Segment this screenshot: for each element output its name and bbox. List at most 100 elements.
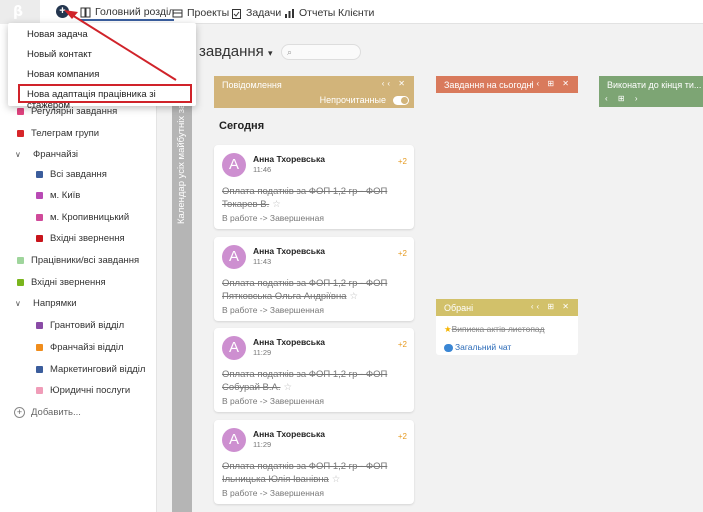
column-title: Обрані bbox=[444, 302, 474, 313]
card-status: В работе -> Завершенная bbox=[222, 488, 324, 498]
chevron-down-icon[interactable]: ∨ bbox=[15, 299, 25, 308]
nav-label: Головний розділ bbox=[95, 6, 175, 18]
sidebar-item-grant[interactable]: Грантовий відділ bbox=[36, 316, 124, 334]
card-status: В работе -> Завершенная bbox=[222, 213, 324, 223]
card-author: Анна Тхоревська bbox=[253, 337, 325, 347]
column-controls-icon[interactable]: ‹‹ ⊞ ✕ bbox=[531, 302, 572, 311]
column-controls-icon[interactable]: ‹ ⊞ › bbox=[605, 94, 641, 103]
nav-clients[interactable]: Клієнти bbox=[338, 5, 374, 21]
favorite-item[interactable]: ★Виписка актів листопад bbox=[444, 324, 545, 335]
card-author: Анна Тхоревська bbox=[253, 246, 325, 256]
search-icon: ⌕ bbox=[287, 47, 293, 57]
unread-toggle[interactable] bbox=[393, 96, 409, 105]
box-icon bbox=[172, 9, 183, 17]
card-title[interactable]: Оплата податків за ФОП 1,2 гр - ФОП Ільн… bbox=[222, 460, 397, 486]
sidebar-item-label: Юридичні послуги bbox=[50, 384, 131, 396]
nav-label: Задачи bbox=[246, 7, 282, 19]
column-header-today[interactable]: Завдання на сьогодні ‹‹ ⊞ ✕ bbox=[436, 76, 578, 93]
sidebar-item-telegram-groups[interactable]: Телеграм групи bbox=[17, 124, 99, 142]
logo-box[interactable]: β bbox=[0, 0, 40, 24]
menu-item-new-company[interactable]: Новая компания bbox=[27, 69, 99, 80]
color-square-icon bbox=[36, 365, 43, 373]
menu-item-new-contact[interactable]: Новый контакт bbox=[27, 49, 92, 60]
sidebar-item-label: Франчайзі bbox=[33, 148, 79, 160]
sidebar-item-all-tasks[interactable]: Всі завдання bbox=[36, 165, 107, 183]
color-square-icon bbox=[36, 191, 43, 199]
sidebar-item-label: Телеграм групи bbox=[31, 127, 100, 139]
avatar: А bbox=[222, 245, 246, 269]
caret-down-icon: ▾ bbox=[267, 48, 273, 58]
logo: β bbox=[13, 4, 24, 20]
menu-item-new-adaptation[interactable]: Нова адаптація працівника зі стажером bbox=[27, 89, 196, 111]
card-time: 11:43 bbox=[253, 257, 272, 266]
sidebar-item-employees[interactable]: Працівники/всі завдання bbox=[17, 251, 139, 269]
nav-reports[interactable]: Отчеты bbox=[284, 5, 335, 21]
sidebar-item-label: Всі завдання bbox=[50, 168, 107, 180]
nav-tasks[interactable]: Задачи bbox=[231, 5, 281, 21]
menu-item-new-task[interactable]: Новая задача bbox=[27, 29, 88, 40]
avatar: А bbox=[222, 153, 246, 177]
column-title: Виконати до кінця ти... bbox=[607, 79, 702, 90]
column-header-deadline[interactable]: Виконати до кінця ти... bbox=[599, 76, 703, 93]
nav-label: Проекты bbox=[187, 7, 230, 19]
sidebar-item-marketing[interactable]: Маркетинговий відділ bbox=[36, 360, 145, 378]
avatar: А bbox=[222, 428, 246, 452]
search-input[interactable]: ⌕ bbox=[281, 44, 361, 60]
nav-main-section[interactable]: Головний розділ bbox=[80, 5, 175, 21]
card-time: 11:46 bbox=[253, 165, 272, 174]
nav-projects[interactable]: Проекты bbox=[172, 5, 229, 21]
today-label: Сегодня bbox=[219, 120, 265, 132]
card-badge: +2 bbox=[397, 249, 407, 258]
column-header-notifications[interactable]: Повідомлення ‹‹ ✕ bbox=[214, 76, 414, 93]
chevron-down-icon[interactable]: ∨ bbox=[15, 150, 25, 159]
sidebar-item-franchise[interactable]: ∨ Франчайзі bbox=[15, 145, 78, 163]
sidebar-item-incoming[interactable]: Вхідні звернення bbox=[17, 273, 106, 291]
unread-filter-bar: Непрочитанные bbox=[214, 93, 414, 108]
create-menu: Новая задача Новый контакт Новая компани… bbox=[8, 23, 196, 111]
color-square-icon bbox=[36, 321, 43, 329]
star-icon[interactable]: ☆ bbox=[283, 381, 292, 394]
color-square-icon bbox=[17, 256, 24, 264]
sidebar-item-directions[interactable]: ∨ Напрямки bbox=[15, 294, 77, 312]
column-controls-icon[interactable]: ‹‹ ⊞ ✕ bbox=[531, 79, 572, 88]
task-card[interactable]: А Анна Тхоревська 11:29 +2 Оплата податк… bbox=[214, 420, 414, 504]
clipboard-check-icon bbox=[232, 8, 241, 19]
page-title-text: завдання bbox=[199, 43, 264, 60]
sidebar-item-label: Грантовий відділ bbox=[50, 319, 125, 331]
task-card[interactable]: А Анна Тхоревська 11:43 +2 Оплата податк… bbox=[214, 237, 414, 321]
column-header-favorites[interactable]: Обрані ‹‹ ⊞ ✕ bbox=[436, 299, 578, 316]
plus-icon[interactable]: + bbox=[56, 5, 69, 18]
sidebar-item-kyiv[interactable]: м. Київ bbox=[36, 186, 80, 204]
sidebar-item-kropyvnytskyi[interactable]: м. Кропивницький bbox=[36, 208, 129, 226]
sidebar-item-legal[interactable]: Юридичні послуги bbox=[36, 381, 130, 399]
color-square-icon bbox=[17, 107, 24, 115]
bar-chart-icon bbox=[285, 8, 294, 18]
star-icon[interactable]: ☆ bbox=[332, 473, 341, 486]
page-title[interactable]: завдання ▾ bbox=[199, 43, 273, 60]
columns-icon bbox=[80, 7, 91, 17]
column-title: Повідомлення bbox=[222, 79, 282, 90]
column-controls-icon[interactable]: ‹‹ ✕ bbox=[382, 79, 408, 88]
nav-label: Отчеты bbox=[299, 7, 336, 19]
task-card[interactable]: А Анна Тхоревська 11:29 +2 Оплата податк… bbox=[214, 328, 414, 412]
card-title-text: Оплата податків за ФОП 1,2 гр - ФОП Тока… bbox=[222, 186, 388, 210]
card-title[interactable]: Оплата податків за ФОП 1,2 гр - ФОП Собу… bbox=[222, 368, 397, 394]
color-square-icon bbox=[36, 343, 43, 351]
favorite-item[interactable]: Загальний чат bbox=[444, 342, 511, 352]
card-title[interactable]: Оплата податків за ФОП 1,2 гр - ФОП Тока… bbox=[222, 185, 397, 211]
star-icon[interactable]: ☆ bbox=[272, 198, 281, 211]
card-time: 11:29 bbox=[253, 440, 272, 449]
calendar-strip[interactable]: Календар усіх майбутніх завдань bbox=[172, 74, 192, 512]
color-square-icon bbox=[36, 170, 43, 178]
star-icon[interactable]: ☆ bbox=[350, 290, 359, 303]
card-title-text: Оплата податків за ФОП 1,2 гр - ФОП Ільн… bbox=[222, 461, 388, 485]
card-title[interactable]: Оплата податків за ФОП 1,2 гр - ФОП Пятк… bbox=[222, 277, 397, 303]
sidebar-item-incoming-franchise[interactable]: Вхідні звернення bbox=[36, 229, 125, 247]
color-square-icon bbox=[36, 213, 43, 221]
task-card[interactable]: А Анна Тхоревська 11:46 +2 Оплата податк… bbox=[214, 145, 414, 229]
sidebar-item-franchise-dept[interactable]: Франчайзі відділ bbox=[36, 338, 124, 356]
sidebar-add[interactable]: + Добавить... bbox=[14, 403, 81, 421]
sidebar-item-label: Маркетинговий відділ bbox=[50, 363, 146, 375]
favorite-label: Виписка актів листопад bbox=[451, 324, 545, 334]
column-title: Завдання на сьогодні bbox=[444, 79, 534, 90]
